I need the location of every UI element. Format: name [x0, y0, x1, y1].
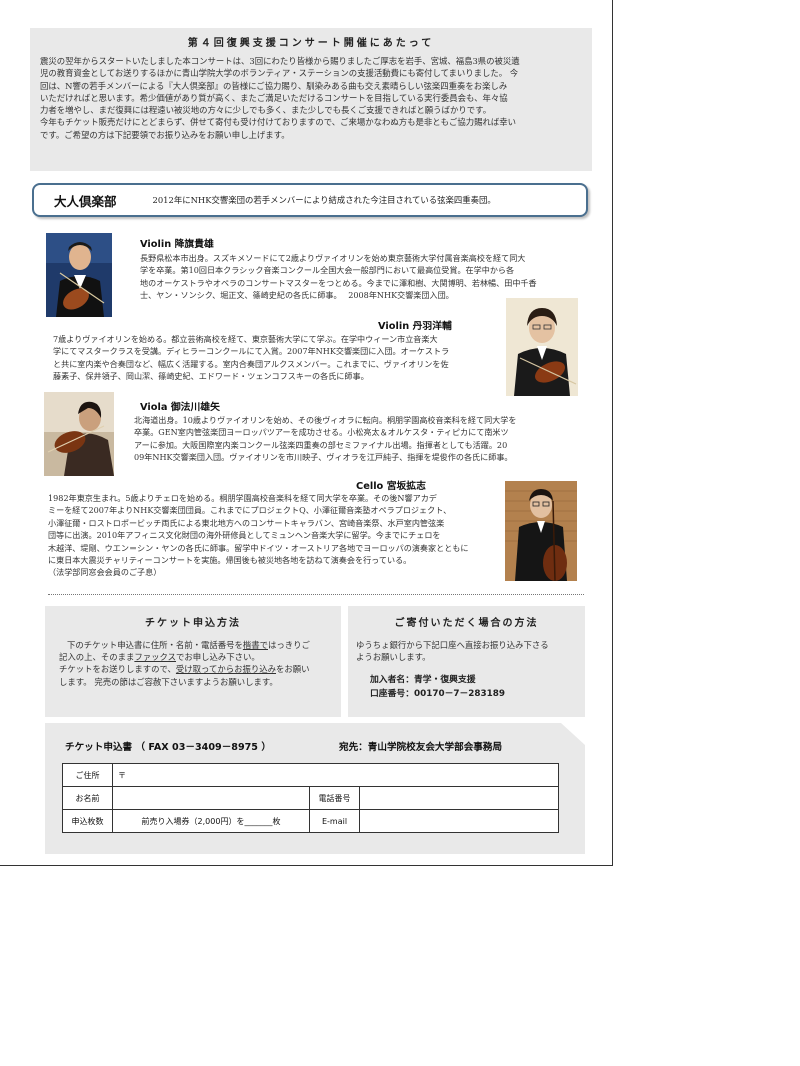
bio-line: 学にてマスタークラスを受講。ディヒラーコンクールにて入賞。2007年NHK交響楽…	[53, 346, 450, 357]
table-row: ご住所 〒	[62, 763, 559, 787]
member-bio: 1982年東京生まれ。5歳よりチェロを始める。桐朋学園高校音楽科を経て同大学を卒…	[48, 492, 498, 579]
quantity-field[interactable]: 前売り入場券（2,000円）を_______枚	[112, 809, 310, 833]
ticket-method-title: チケット申込方法	[145, 618, 241, 629]
bio-line: ミーを経て2007年よりNHK交響楽団団員。これまでにプロジェクトQ、小澤征爾音…	[48, 505, 452, 516]
bio-line: 長野県松本市出身。スズキメソードにて2歳よりヴァイオリンを始め東京藝術大学付属音…	[140, 253, 526, 263]
quantity-label: 申込枚数	[62, 809, 113, 833]
email-label: E-mail	[309, 809, 360, 833]
form-header: チケット申込書 （ FAX 03－3409－8975 ） 宛先：青山学院校友会大…	[65, 739, 575, 753]
account-number: 口座番号：00170－7－283189	[370, 689, 506, 700]
text-span: 記入の上、そのまま	[59, 652, 135, 663]
member-violin-2-name: Violin 丹羽洋輔	[378, 318, 498, 332]
member-name: Viola 御法川雄矢	[140, 402, 220, 413]
group-description: 2012年にNHK交響楽団の若手メンバーにより結成された今注目されている弦楽四重…	[152, 195, 496, 205]
phone-label: 電話番号	[309, 786, 360, 810]
bio-line: 北海道出身。10歳よりヴァイオリンを始め、その後ヴィオラに転向。桐朋学園高校音楽…	[134, 415, 517, 425]
group-name: 大人倶楽部	[54, 193, 117, 209]
address-label: ご住所	[62, 763, 113, 787]
account-info: 加入者名：青学・復興支援 口座番号：00170－7－283189	[356, 673, 577, 701]
ticket-line: します。 完売の節はご容赦下さいますようお願いします。	[59, 676, 278, 687]
table-row: 申込枚数 前売り入場券（2,000円）を_______枚 E-mail	[62, 809, 559, 833]
phone-field[interactable]	[359, 786, 559, 810]
member-name: Violin 降旗貴雄	[140, 239, 214, 250]
member-name: Violin 丹羽洋輔	[378, 321, 452, 332]
violinist-2-photo	[506, 298, 578, 396]
underlined-text: ファックス	[134, 652, 176, 663]
intro-box: 第４回復興支援コンサート開催にあたって 震災の翌年からスタートいたしました本コン…	[30, 28, 592, 171]
bio-line: 団等に出演。2010年アフィニス文化財団の海外研修員としてミュンヘン音楽大学に留…	[48, 530, 441, 541]
bio-line: 1982年東京生まれ。5歳よりチェロを始める。桐朋学園高校音楽科を経て同大学を卒…	[48, 493, 437, 503]
cellist-photo	[505, 481, 577, 581]
member-violin-2: 7歳よりヴァイオリンを始める。都立芸術高校を経て、東京藝術大学にて学ぶ。在学中ウ…	[53, 333, 499, 383]
intro-text: 震災の翌年からスタートいたしました本コンサートは、3回にわたり皆様から賜りました…	[40, 55, 582, 141]
address-field[interactable]: 〒	[112, 763, 559, 787]
underlined-text: 受け取ってからお振り込み	[175, 664, 277, 675]
intro-line: 回は、N響の若手メンバーによる『大人倶楽部』の皆様にご協力賜り、馴染みある曲も交…	[40, 80, 508, 91]
intro-line: 震災の翌年からスタートいたしました本コンサートは、3回にわたり皆様から賜りました…	[40, 56, 520, 66]
text-span: 下のチケット申込書に住所・名前・電話番号を	[67, 640, 243, 650]
email-field[interactable]	[359, 809, 559, 833]
donation-line: ゆうちょ銀行から下記口座へ直接お振り込み下さる	[356, 640, 549, 650]
violist-photo	[44, 392, 114, 476]
intro-line: 力者を増やし、まだ復興には程遠い被災地の方々に少しでも多く、また少しでも長くご支…	[40, 105, 492, 116]
bio-line: と共に室内楽や合奏団など、幅広く活躍する。室内合奏団アルクスメンバー。これまでに…	[53, 358, 449, 369]
ticket-application-form: チケット申込書 （ FAX 03－3409－8975 ） 宛先：青山学院校友会大…	[45, 723, 585, 854]
table-row: お名前 電話番号	[62, 786, 559, 810]
donation-method-panel: ご寄付いただく場合の方法 ゆうちょ銀行から下記口座へ直接お振り込み下さる ようお…	[348, 606, 585, 717]
member-cello: 1982年東京生まれ。5歳よりチェロを始める。桐朋学園高校音楽科を経て同大学を卒…	[48, 492, 498, 579]
donation-line: ようお願いします。	[356, 652, 431, 663]
bio-line: アーに参加。大阪国際室内楽コンクール弦楽四重奏の部セミファイナル出場。指揮者とし…	[134, 439, 508, 450]
postal-mark: 〒	[118, 770, 126, 780]
group-header: 大人倶楽部 2012年にNHK交響楽団の若手メンバーにより結成された今注目されて…	[32, 183, 588, 217]
bio-line: 学を卒業。第10回日本クラシック音楽コンクール全国大会一般部門において最高位受賞…	[140, 265, 515, 276]
bio-line: 09年NHK交響楽団入団。ヴァイオリンを市川映子、ヴィオラを江戸純子、指揮を堤俊…	[134, 452, 513, 463]
bio-line: 藤素子、保井領子、岡山潔、篠崎史紀、エドワード・ツェンコフスキーの各氏に師事。	[53, 371, 369, 382]
section-divider	[48, 594, 584, 595]
bio-line: に東日本大震災チャリティーコンサートを実施。帰国後も被災地各地を訪ねて演奏会を行…	[48, 555, 412, 566]
ticket-method-panel: チケット申込方法 下のチケット申込書に住所・名前・電話番号を楷書ではっきりご 記…	[45, 606, 341, 717]
intro-line: 今年もチケット販売だけにとどまらず、併せて寄付も受け付けておりますので、ご来場か…	[40, 117, 517, 128]
violinist-1-photo	[46, 233, 112, 317]
form-destination: 宛先：青山学院校友会大学部会事務局	[339, 742, 503, 753]
member-violin-1: Violin 降旗貴雄 長野県松本市出身。スズキメソードにて2歳よりヴァイオリン…	[140, 236, 580, 302]
intro-line: です。ご希望の方は下記要領でお振り込みをお願い申し上げます。	[40, 129, 290, 140]
ticket-line: 記入の上、そのままファックスでお申し込み下さい。	[59, 651, 327, 663]
bio-line: 地のオーケストラやオペラのコンサートマスターをつとめる。今までに澤和樹、大関博明…	[140, 277, 537, 288]
bio-line: （法学部同窓会会員のご子息）	[48, 567, 162, 578]
bio-line: 小澤征爾・ロストロポービッチ両氏による東北地方へのコンサートキャラバン、宮崎音楽…	[48, 517, 445, 528]
ticket-line: チケットをお送りしますので、受け取ってからお振り込みをお願い	[59, 663, 327, 675]
member-bio: 長野県松本市出身。スズキメソードにて2歳よりヴァイオリンを始め東京藝術大学付属音…	[140, 252, 580, 302]
member-name: Cello 宮坂拡志	[356, 481, 426, 492]
text-span: チケットをお送りしますので、	[59, 664, 176, 675]
member-bio: 北海道出身。10歳よりヴァイオリンを始め、その後ヴィオラに転向。桐朋学園高校音楽…	[134, 414, 584, 464]
account-name: 加入者名：青学・復興支援	[370, 675, 476, 686]
application-table: ご住所 〒 お名前 電話番号 申込枚数 前売り入場券（2,000円）を_____…	[62, 763, 559, 833]
form-title: チケット申込書 （ FAX 03－3409－8975 ）	[65, 742, 271, 753]
member-cello-name: Cello 宮坂拡志	[356, 478, 476, 492]
intro-title: 第４回復興支援コンサート開催にあたって	[187, 38, 435, 49]
text-span: をお願い	[276, 664, 310, 675]
text-span: はっきりご	[268, 640, 310, 650]
donation-method-text: ゆうちょ銀行から下記口座へ直接お振り込み下さる ようお願いします。	[356, 639, 577, 663]
bio-line: 卒業。GEN室内管弦楽団ヨーロッパツアーを成功させる。小松亮太＆オルケスタ・ティ…	[134, 427, 509, 438]
text-span: でお申し込み下さい。	[176, 652, 260, 663]
underlined-text: 楷書で	[242, 640, 268, 650]
bio-line: 7歳よりヴァイオリンを始める。都立芸術高校を経て、東京藝術大学にて学ぶ。在学中ウ…	[53, 334, 438, 344]
name-label: お名前	[62, 786, 113, 810]
ticket-method-text: 下のチケット申込書に住所・名前・電話番号を楷書ではっきりご 記入の上、そのままフ…	[59, 639, 327, 688]
member-bio: 7歳よりヴァイオリンを始める。都立芸術高校を経て、東京藝術大学にて学ぶ。在学中ウ…	[53, 333, 499, 383]
bio-line: 木越洋、堤剛、ウエン＝シン・ヤンの各氏に師事。留学中ドイツ・オーストリア各地でヨ…	[48, 542, 469, 553]
intro-line: 児の教育資金としてお送りするほかに青山学院大学のボランティア・ステーションの支援…	[40, 68, 519, 79]
intro-line: いただければと思います。希少価値があり質が高く、またご満足いただけるコンサートを…	[40, 92, 508, 103]
donation-method-title: ご寄付いただく場合の方法	[394, 618, 539, 629]
member-viola: Viola 御法川雄矢 北海道出身。10歳よりヴァイオリンを始め、その後ヴィオラ…	[134, 399, 584, 464]
name-field[interactable]	[112, 786, 310, 810]
ticket-line: 下のチケット申込書に住所・名前・電話番号を楷書ではっきりご	[59, 639, 327, 651]
